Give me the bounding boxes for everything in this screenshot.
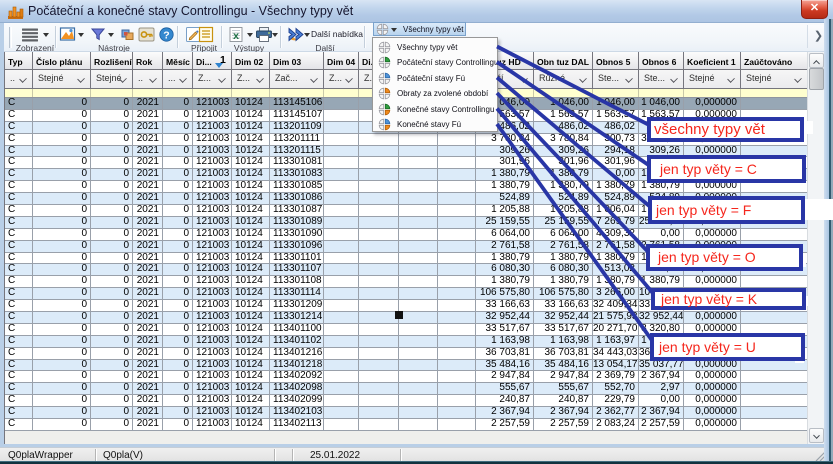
svg-text:x: x [233,30,239,42]
svg-text:?: ? [163,29,169,41]
